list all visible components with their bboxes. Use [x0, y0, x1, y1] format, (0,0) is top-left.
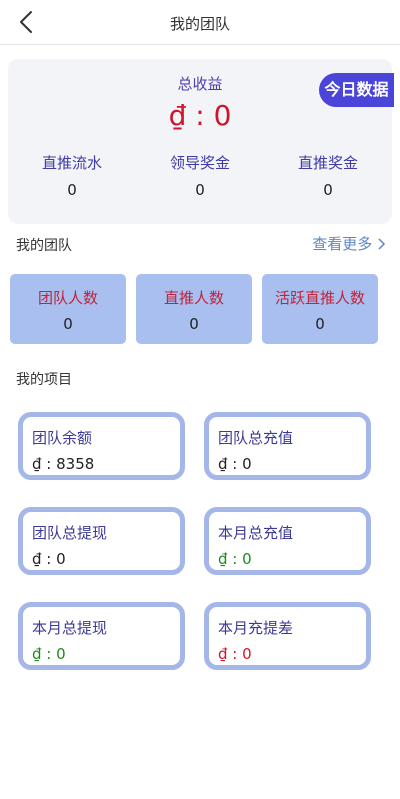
stat-leader-bonus: 领导奖金 0 [136, 152, 264, 199]
card-label: 活跃直推人数 [274, 289, 365, 307]
card-value: ₫ : 8358 [32, 455, 95, 473]
stat-value: 0 [323, 181, 333, 199]
my-team-title: 我的团队 [16, 238, 72, 254]
card-label: 直推人数 [163, 289, 224, 307]
stat-value: 0 [195, 181, 205, 199]
card-label: 团队总充值 [218, 429, 294, 447]
month-net-difference-card[interactable]: 本月充提差 ₫ : 0 [204, 602, 371, 670]
card-value: 0 [189, 315, 199, 333]
view-more-link[interactable]: 查看更多 [312, 233, 386, 254]
today-data-button[interactable]: 今日数据 [319, 73, 394, 107]
my-projects-title: 我的项目 [16, 372, 72, 388]
card-value: ₫ : 0 [218, 550, 252, 568]
earnings-summary-panel: 总收益 ₫ : 0 今日数据 直推流水 0 领导奖金 0 直推奖金 0 [8, 59, 394, 224]
card-label: 本月总充值 [218, 524, 294, 542]
team-balance-card[interactable]: 团队余额 ₫ : 8358 [18, 412, 185, 480]
stat-label: 直推奖金 [297, 154, 358, 172]
month-total-withdrawal-card[interactable]: 本月总提现 ₫ : 0 [18, 602, 185, 670]
card-label: 本月总提现 [32, 619, 108, 637]
card-label: 团队余额 [32, 429, 93, 447]
card-value: 0 [315, 315, 325, 333]
stat-label: 直推流水 [41, 154, 102, 172]
team-total-withdrawal-card[interactable]: 团队总提现 ₫ : 0 [18, 507, 185, 575]
month-total-deposit-card[interactable]: 本月总充值 ₫ : 0 [204, 507, 371, 575]
active-direct-referrals-card[interactable]: 活跃直推人数 0 [262, 274, 378, 344]
page-title: 我的团队 [169, 15, 230, 33]
team-total-deposit-card[interactable]: 团队总充值 ₫ : 0 [204, 412, 371, 480]
team-size-card[interactable]: 团队人数 0 [10, 274, 126, 344]
view-more-label: 查看更多 [312, 235, 373, 253]
stat-value: 0 [67, 181, 77, 199]
card-value: ₫ : 0 [218, 645, 252, 663]
direct-referrals-card[interactable]: 直推人数 0 [136, 274, 252, 344]
stat-direct-flow: 直推流水 0 [8, 152, 136, 199]
card-value: ₫ : 0 [32, 550, 66, 568]
card-value: ₫ : 0 [32, 645, 66, 663]
card-label: 团队人数 [37, 289, 98, 307]
card-value: 0 [63, 315, 73, 333]
top-bar: 我的团队 [0, 0, 400, 45]
chevron-right-icon [377, 235, 386, 253]
stat-direct-bonus: 直推奖金 0 [264, 152, 392, 199]
card-label: 团队总提现 [32, 524, 108, 542]
card-label: 本月充提差 [218, 619, 294, 637]
stat-label: 领导奖金 [169, 154, 230, 172]
card-value: ₫ : 0 [218, 455, 252, 473]
